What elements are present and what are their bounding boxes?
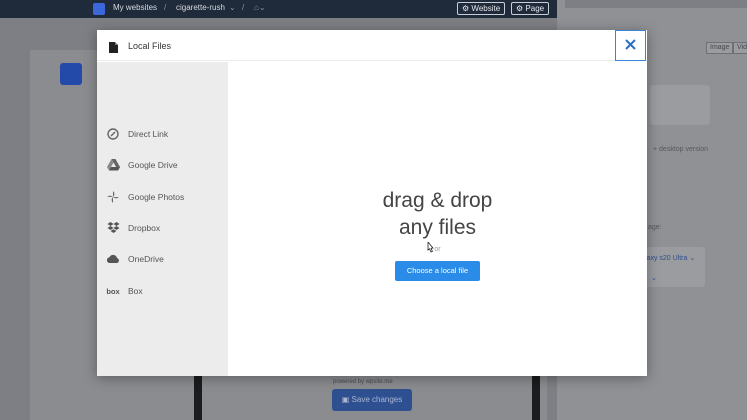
device-select-box[interactable] xyxy=(640,247,705,287)
google-photos-icon xyxy=(106,190,120,204)
device-select[interactable]: laxy s20 Ultra ⌄ xyxy=(645,254,695,262)
powered-by-label: powered by wpsite.me xyxy=(333,379,393,385)
site-logo xyxy=(60,63,82,85)
modal-title: Local Files xyxy=(128,41,172,51)
sidebar-item-label: Direct Link xyxy=(128,129,169,139)
website-button[interactable]: ⚙ Website xyxy=(457,2,506,15)
file-picker-modal: Local Files Direct Link Google Drive Goo… xyxy=(97,30,647,376)
google-drive-icon xyxy=(106,158,120,172)
dropbox-icon xyxy=(106,221,120,235)
file-icon xyxy=(109,40,118,58)
breadcrumb-site[interactable]: cigarette-rush xyxy=(176,3,225,12)
onedrive-icon xyxy=(106,252,120,266)
app-logo[interactable] xyxy=(93,3,105,15)
home-icon[interactable]: ⌂⌄ xyxy=(254,3,266,12)
desktop-version-link[interactable]: + desktop version xyxy=(653,146,708,153)
sidebar-item-google-drive[interactable]: Google Drive xyxy=(106,157,226,173)
choose-local-file-button[interactable]: Choose a local file xyxy=(395,261,480,281)
drag-drop-heading-line1: drag & drop xyxy=(382,189,493,212)
chevron-down-icon[interactable]: ⌄ xyxy=(651,274,657,282)
tab-image[interactable]: Image xyxy=(706,42,734,54)
sidebar-item-direct-link[interactable]: Direct Link xyxy=(106,126,226,142)
close-icon xyxy=(625,37,636,55)
page-button[interactable]: ⚙ Page xyxy=(511,2,550,15)
sidebar-item-box[interactable]: box Box xyxy=(106,283,226,299)
drop-zone[interactable]: drag & drop any files or Choose a local … xyxy=(228,62,647,376)
or-separator: or xyxy=(434,246,441,253)
box-icon: box xyxy=(106,286,120,296)
chevron-down-icon[interactable]: ⌄ xyxy=(229,3,236,12)
sidebar-item-label: Google Photos xyxy=(128,192,185,202)
source-sidebar: Direct Link Google Drive Google Photos D… xyxy=(97,62,228,376)
sidebar-item-dropbox[interactable]: Dropbox xyxy=(106,220,226,236)
device-label: age: xyxy=(648,224,662,231)
sidebar-item-label: Google Drive xyxy=(128,160,178,170)
mouse-pointer-icon xyxy=(426,240,434,259)
close-button[interactable] xyxy=(615,30,646,61)
link-icon xyxy=(106,127,120,141)
sidebar-item-onedrive[interactable]: OneDrive xyxy=(106,251,226,267)
save-changes-button[interactable]: ▣ Save changes xyxy=(332,389,412,411)
breadcrumb-separator: / xyxy=(164,3,167,12)
sidebar-item-google-photos[interactable]: Google Photos xyxy=(106,189,226,205)
tab-video[interactable]: Vid xyxy=(733,42,747,54)
modal-header: Local Files xyxy=(97,30,647,61)
sidebar-item-label: Dropbox xyxy=(128,223,161,233)
breadcrumb-my-websites[interactable]: My websites xyxy=(113,3,157,12)
image-placeholder xyxy=(650,85,710,125)
drag-drop-heading-line2: any files xyxy=(398,216,477,239)
sidebar-item-label: Box xyxy=(128,286,143,296)
sidebar-item-label: OneDrive xyxy=(128,254,164,264)
breadcrumb-separator: / xyxy=(242,3,245,12)
panel-toolbar xyxy=(565,0,747,8)
